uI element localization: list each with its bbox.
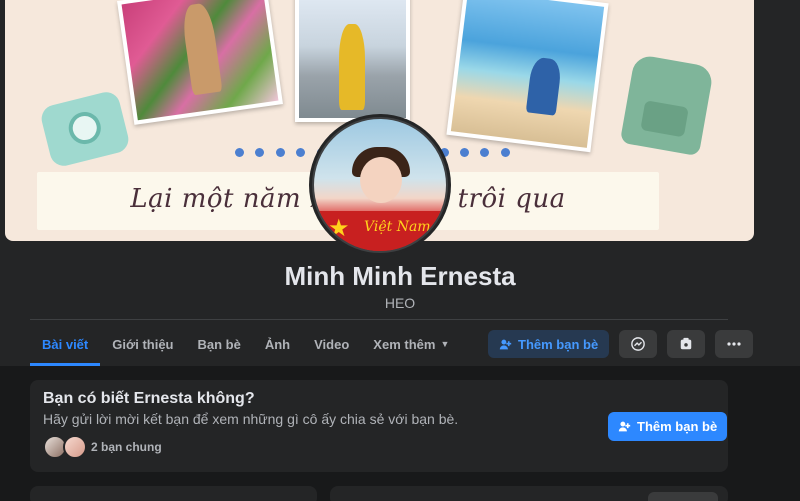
add-friend-primary-label: Thêm bạn bè — [637, 419, 718, 434]
tab-video[interactable]: Video — [302, 322, 361, 366]
messenger-icon — [631, 337, 646, 351]
more-options-button[interactable] — [715, 330, 754, 358]
star-icon: ★ — [328, 215, 350, 242]
mutual-friend-avatar — [63, 435, 87, 459]
tab-label: Ảnh — [264, 336, 291, 352]
add-person-icon — [618, 421, 631, 432]
profile-nickname: HEO — [384, 295, 416, 311]
camera-illustration — [38, 89, 132, 169]
friend-suggestion-card: Bạn có biết Ernesta không? Hãy gửi lời m… — [30, 380, 728, 472]
tab-about[interactable]: Giới thiệu — [100, 322, 185, 366]
tab-label: Giới thiệu — [112, 336, 174, 352]
divider — [30, 319, 728, 320]
save-button[interactable] — [667, 330, 706, 358]
profile-tabs: Bài viết Giới thiệu Bạn bè Ảnh Video Xem… — [30, 322, 461, 366]
add-friend-label: Thêm bạn bè — [518, 336, 599, 352]
filter-button[interactable] — [648, 492, 718, 501]
posts-card — [330, 486, 728, 501]
profile-actions: Thêm bạn bè — [488, 330, 754, 358]
avatar: ★ Việt Nam — [312, 117, 448, 253]
profile-name: Minh Minh Ernesta — [284, 261, 516, 291]
tab-more[interactable]: Xem thêm ▼ — [361, 322, 461, 366]
profile-picture[interactable]: ★ Việt Nam — [309, 114, 451, 256]
card-subtitle: Hãy gửi lời mời kết bạn để xem những gì … — [43, 411, 459, 427]
mutual-friends[interactable]: 2 bạn chung — [43, 435, 162, 459]
add-friend-primary-button[interactable]: Thêm bạn bè — [608, 412, 728, 441]
intro-card — [30, 486, 317, 501]
tab-friends[interactable]: Bạn bè — [186, 322, 253, 366]
tab-label: Xem thêm — [373, 336, 436, 352]
tab-posts[interactable]: Bài viết — [30, 322, 101, 366]
tab-label: Bài viết — [42, 336, 89, 352]
add-friend-button[interactable]: Thêm bạn bè — [488, 330, 610, 358]
messenger-button[interactable] — [619, 330, 658, 358]
add-person-icon — [499, 339, 512, 349]
avatar-badge-text: Việt Nam — [364, 219, 431, 235]
tab-label: Video — [314, 336, 350, 352]
save-icon — [680, 337, 692, 350]
cover-collage-photo-flowers — [117, 0, 283, 125]
backpack-illustration — [619, 53, 715, 157]
cover-collage-photo-beach — [446, 0, 609, 153]
tab-photos[interactable]: Ảnh — [253, 322, 302, 366]
card-title: Bạn có biết Ernesta không? — [43, 390, 255, 407]
mutual-friends-count: 2 bạn chung — [91, 440, 162, 454]
caret-down-icon: ▼ — [440, 339, 450, 349]
cover-collage-photo-airport — [295, 0, 410, 122]
tab-label: Bạn bè — [197, 336, 241, 352]
more-icon — [727, 342, 741, 346]
